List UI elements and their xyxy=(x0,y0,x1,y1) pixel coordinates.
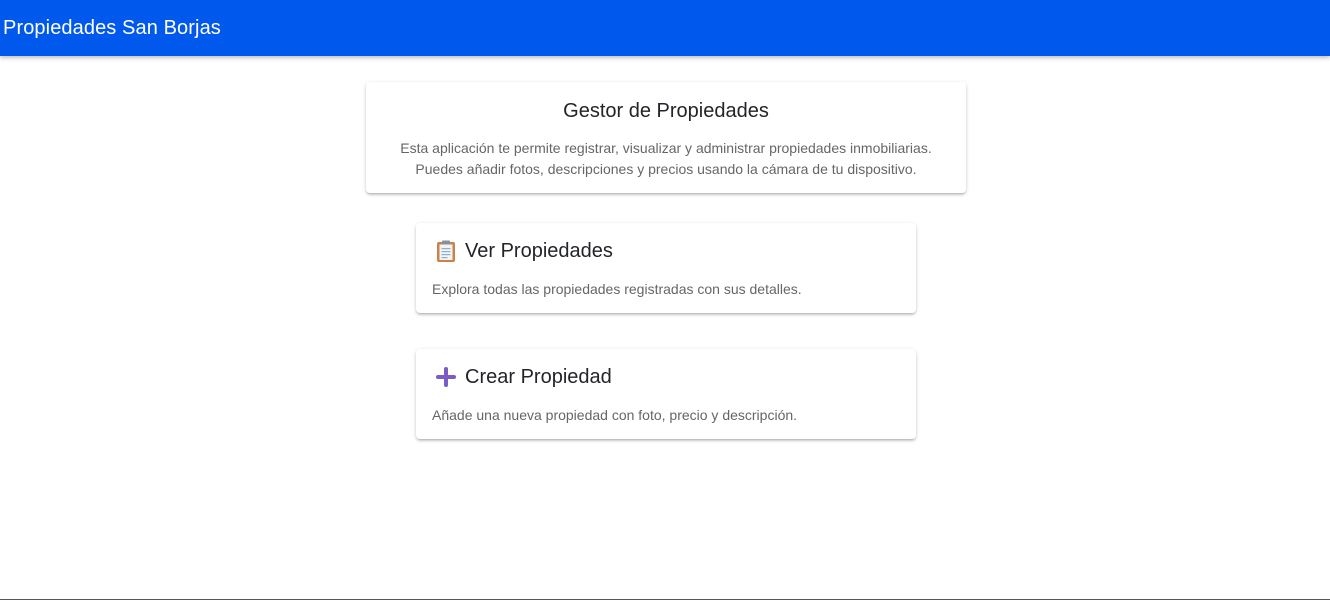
plus-icon xyxy=(434,365,458,389)
view-properties-description: Explora todas las propiedades registrada… xyxy=(432,281,802,297)
app-title: Propiedades San Borjas xyxy=(3,16,221,39)
create-property-header: Crear Propiedad xyxy=(434,365,612,389)
create-property-title: Crear Propiedad xyxy=(465,366,612,388)
intro-title: Gestor de Propiedades xyxy=(563,100,769,122)
intro-description: Esta aplicación te permite registrar, vi… xyxy=(400,140,932,177)
app-toolbar: Propiedades San Borjas xyxy=(0,0,1330,56)
view-properties-title: Ver Propiedades xyxy=(465,240,613,262)
create-property-card[interactable]: Crear Propiedad Añade una nueva propieda… xyxy=(416,349,916,439)
create-property-description: Añade una nueva propiedad con foto, prec… xyxy=(432,407,798,423)
clipboard-icon xyxy=(434,239,458,263)
intro-card: Gestor de Propiedades Esta aplicación te… xyxy=(366,82,966,193)
view-properties-card[interactable]: Ver Propiedades Explora todas las propie… xyxy=(416,223,916,313)
view-properties-header: Ver Propiedades xyxy=(434,239,613,263)
